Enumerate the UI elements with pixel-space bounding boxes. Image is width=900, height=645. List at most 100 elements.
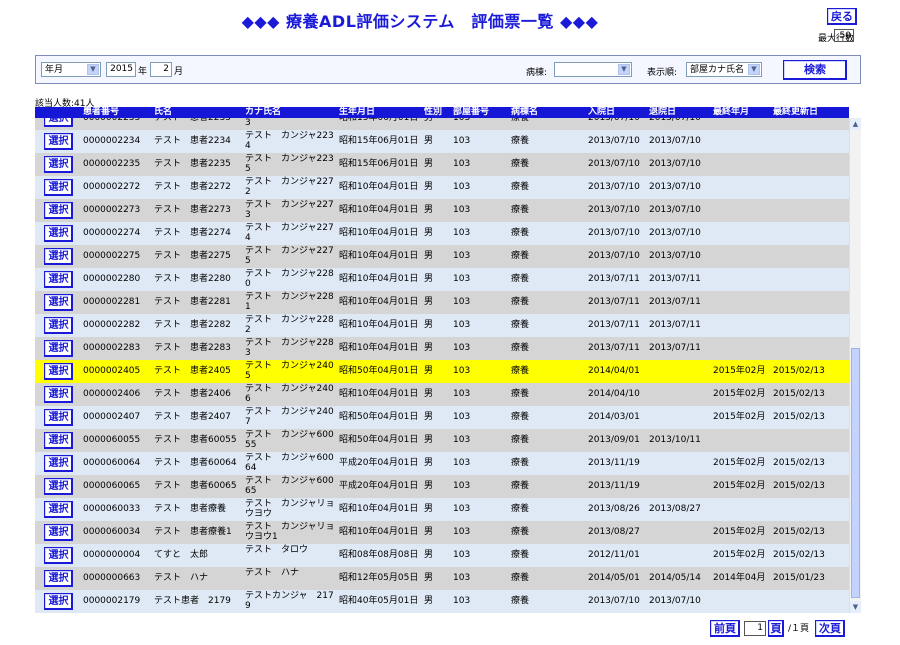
select-row-button[interactable]: 選択: [44, 118, 73, 127]
select-row-button[interactable]: 選択: [44, 455, 73, 472]
cell-kana-name: テストカンジャ 2179: [245, 591, 334, 611]
cell-name: テスト 患者60065: [154, 481, 237, 491]
cell-room: 103: [453, 412, 471, 422]
cell-admission: 2013/07/10: [588, 205, 640, 215]
cell-sex: 男: [424, 159, 434, 169]
cell-ward: 療養: [511, 527, 530, 537]
select-row-button[interactable]: 選択: [44, 478, 73, 495]
period-type-select[interactable]: 年月 ▼: [41, 62, 101, 77]
cell-name: テスト 患者療養1: [154, 527, 232, 537]
cell-ward: 療養: [511, 504, 530, 514]
select-row-button[interactable]: 選択: [44, 501, 73, 518]
search-button[interactable]: 検索: [783, 60, 847, 80]
cell-admission: 2013/07/10: [588, 118, 640, 123]
cell-patient-id: 0000002281: [83, 297, 141, 307]
page-input[interactable]: 1: [744, 621, 766, 636]
scroll-down-icon[interactable]: ▼: [850, 601, 861, 613]
select-row-button[interactable]: 選択: [44, 432, 73, 449]
order-label: 表示順:: [647, 68, 678, 78]
cell-patient-id: 0000000663: [83, 573, 141, 583]
cell-room: 103: [453, 435, 471, 445]
cell-last-updated: 2015/02/13: [773, 481, 825, 491]
ward-select[interactable]: ▼: [554, 62, 632, 77]
cell-kana-name: テスト カンジャ2280: [245, 269, 334, 289]
select-row-button[interactable]: 選択: [44, 271, 73, 288]
cell-birthdate: 昭和10年04月01日: [339, 251, 419, 261]
select-row-button[interactable]: 選択: [44, 156, 73, 173]
page-title: ◆◆◆ 療養ADL評価システム 評価票一覧 ◆◆◆: [241, 12, 599, 31]
cell-admission: 2014/05/01: [588, 573, 640, 583]
cell-discharge: 2013/07/10: [649, 596, 701, 606]
cell-patient-id: 0000060065: [83, 481, 141, 491]
page-total: /１頁: [788, 624, 810, 634]
cell-name: テスト 患者2281: [154, 297, 231, 307]
go-page-button[interactable]: 頁: [768, 620, 784, 637]
month-input[interactable]: 2: [150, 62, 172, 77]
cell-room: 103: [453, 527, 471, 537]
scrollbar[interactable]: ▲ ▼: [849, 118, 861, 613]
cell-room: 103: [453, 251, 471, 261]
cell-admission: 2013/07/10: [588, 182, 640, 192]
table-row: 選択 0000002275 テスト 患者2275 テスト カンジャ2275 昭和10年0…: [35, 245, 849, 268]
cell-name: テスト 患者2407: [154, 412, 231, 422]
year-input[interactable]: 2015: [106, 62, 136, 77]
table-row: 選択 0000002274 テスト 患者2274 テスト カンジャ2274 昭和10年0…: [35, 222, 849, 245]
cell-admission: 2013/07/10: [588, 228, 640, 238]
cell-discharge: 2013/07/10: [649, 159, 701, 169]
select-row-button[interactable]: 選択: [44, 340, 73, 357]
cell-ward: 療養: [511, 550, 530, 560]
cell-discharge: 2013/07/11: [649, 320, 701, 330]
cell-ward: 療養: [511, 481, 530, 491]
cell-room: 103: [453, 320, 471, 330]
cell-patient-id: 0000060055: [83, 435, 141, 445]
cell-last-month: 2015年02月: [713, 389, 766, 399]
cell-kana-name: テスト カンジャ2275: [245, 246, 334, 266]
next-page-button[interactable]: 次頁: [815, 620, 845, 637]
select-row-button[interactable]: 選択: [44, 524, 73, 541]
select-row-button[interactable]: 選択: [44, 363, 73, 380]
select-row-button[interactable]: 選択: [44, 386, 73, 403]
cell-room: 103: [453, 573, 471, 583]
table-row: 選択 0000002273 テスト 患者2273 テスト カンジャ2273 昭和10年0…: [35, 199, 849, 222]
cell-admission: 2013/07/11: [588, 320, 640, 330]
select-row-button[interactable]: 選択: [44, 294, 73, 311]
select-row-button[interactable]: 選択: [44, 202, 73, 219]
scroll-up-icon[interactable]: ▲: [850, 118, 861, 130]
cell-sex: 男: [424, 389, 434, 399]
max-rows-input[interactable]: 50: [834, 29, 854, 42]
cell-birthdate: 昭和10年04月01日: [339, 320, 419, 330]
order-select[interactable]: 部屋カナ氏名 ▼: [686, 62, 762, 77]
cell-birthdate: 昭和10年04月01日: [339, 228, 419, 238]
cell-patient-id: 0000002282: [83, 320, 141, 330]
cell-last-month: 2015年02月: [713, 527, 766, 537]
select-row-button[interactable]: 選択: [44, 409, 73, 426]
cell-room: 103: [453, 550, 471, 560]
cell-kana-name: テスト カンジャ2233: [245, 118, 251, 128]
select-row-button[interactable]: 選択: [44, 179, 73, 196]
cell-ward: 療養: [511, 573, 530, 583]
select-row-button[interactable]: 選択: [44, 593, 73, 610]
select-row-button[interactable]: 選択: [44, 248, 73, 265]
cell-name: テスト 患者2405: [154, 366, 231, 376]
select-row-button[interactable]: 選択: [44, 133, 73, 150]
scrollbar-thumb[interactable]: [851, 348, 860, 598]
cell-birthdate: 昭和50年04月01日: [339, 366, 419, 376]
back-button[interactable]: 戻る: [827, 8, 857, 25]
cell-discharge: 2013/10/11: [649, 435, 701, 445]
cell-name: テスト 患者2406: [154, 389, 231, 399]
cell-sex: 男: [424, 205, 434, 215]
cell-discharge: 2013/07/11: [649, 297, 701, 307]
cell-birthdate: 昭和10年04月01日: [339, 504, 419, 514]
select-row-button[interactable]: 選択: [44, 547, 73, 564]
select-row-button[interactable]: 選択: [44, 225, 73, 242]
col-name: 氏名: [154, 107, 173, 117]
select-row-button[interactable]: 選択: [44, 317, 73, 334]
cell-room: 103: [453, 297, 471, 307]
cell-admission: 2013/07/10: [588, 159, 640, 169]
cell-ward: 療養: [511, 412, 530, 422]
cell-patient-id: 0000060064: [83, 458, 141, 468]
cell-ward: 療養: [511, 136, 530, 146]
table-row: 選択 0000060033 テスト 患者療養 テスト カンジャリョウヨウ 昭和10年04…: [35, 498, 849, 521]
prev-page-button[interactable]: 前頁: [710, 620, 740, 637]
select-row-button[interactable]: 選択: [44, 570, 73, 587]
